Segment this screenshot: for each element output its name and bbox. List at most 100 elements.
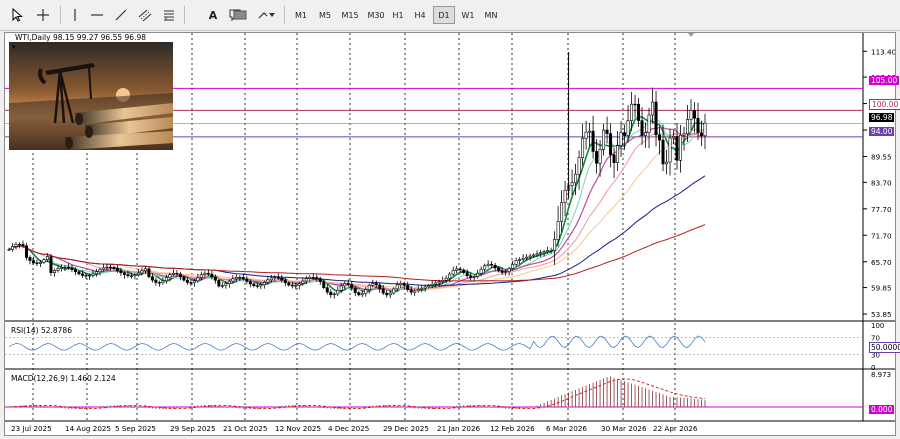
- candle-body: [147, 268, 151, 278]
- candle-body: [290, 284, 294, 287]
- price-axis-label: 77.70: [871, 205, 892, 214]
- candle-body: [427, 285, 431, 288]
- candle-body: [42, 259, 46, 263]
- candle-body: [507, 268, 511, 272]
- crosshair-icon[interactable]: [34, 6, 52, 24]
- candle-body: [686, 119, 690, 135]
- candle-body: [80, 273, 84, 276]
- candle-body: [35, 262, 39, 264]
- candle-body: [588, 130, 592, 133]
- candle-body: [546, 250, 550, 252]
- candle-body: [378, 284, 382, 290]
- candle-body: [189, 282, 193, 284]
- price-chart-canvas[interactable]: 113.40107.55101.5595.5589.5583.7077.7071…: [5, 33, 895, 435]
- level-94-tag: 94.00: [869, 127, 895, 136]
- candle-body: [182, 276, 186, 281]
- candle-body: [238, 277, 242, 279]
- date-axis-label: 29 Sep 2025: [170, 424, 216, 433]
- rectangle-icon[interactable]: [231, 6, 249, 24]
- candle-body: [269, 277, 273, 281]
- trendline-icon[interactable]: [112, 6, 130, 24]
- timeframe-m1-button[interactable]: M1: [290, 6, 312, 24]
- vertical-line-icon[interactable]: [66, 6, 84, 24]
- candle-body: [112, 267, 116, 269]
- equidistant-channel-icon[interactable]: [136, 6, 154, 24]
- candle-body: [409, 289, 413, 293]
- candle-body: [364, 289, 368, 294]
- candle-body: [255, 285, 259, 287]
- timeframe-m15-button[interactable]: M15: [338, 6, 362, 24]
- timeframe-mn-button[interactable]: MN: [480, 6, 502, 24]
- price-axis-label: 113.40: [871, 47, 895, 56]
- level-105-tag: 105.00: [869, 76, 900, 85]
- date-axis-label: 23 Jul 2025: [11, 424, 52, 433]
- candle-body: [262, 282, 266, 286]
- candle-body: [10, 246, 14, 250]
- candle-body: [217, 279, 221, 287]
- candle-body: [444, 277, 448, 281]
- candle-body: [115, 268, 119, 271]
- text-icon[interactable]: A: [204, 6, 222, 24]
- level-100-tag: 100.00: [869, 99, 900, 110]
- candle-body: [357, 292, 361, 296]
- expand-arrow-icon[interactable]: ▾: [12, 43, 16, 51]
- candle-body: [122, 272, 126, 275]
- svg-text:F: F: [165, 17, 168, 22]
- candle-body: [451, 270, 455, 275]
- candle-body: [542, 251, 546, 254]
- candle-body: [161, 280, 165, 284]
- candle-body: [497, 267, 501, 272]
- candle-body: [280, 277, 284, 281]
- candle-body: [556, 221, 560, 240]
- timeframe-d1-button[interactable]: D1: [433, 6, 455, 24]
- timeframe-m5-button[interactable]: M5: [314, 6, 336, 24]
- candle-body: [644, 132, 648, 136]
- oil-pumpjack-photo: [9, 42, 173, 150]
- date-axis-label: 21 Jan 2026: [437, 424, 481, 433]
- candle-body: [465, 272, 469, 276]
- candle-body: [63, 266, 67, 269]
- candle-body: [500, 270, 504, 273]
- horizontal-line-icon[interactable]: [88, 6, 106, 24]
- candle-body: [560, 202, 564, 222]
- candle-body: [598, 149, 602, 164]
- timeframe-m30-button[interactable]: M30: [364, 6, 388, 24]
- candle-body: [619, 132, 623, 146]
- candle-body: [38, 262, 42, 264]
- candle-body: [437, 281, 441, 284]
- arrows-dropdown-icon[interactable]: [256, 6, 278, 24]
- fibonacci-icon[interactable]: F: [160, 6, 178, 24]
- candle-body: [17, 243, 21, 246]
- candle-body: [273, 276, 277, 279]
- timeframe-h4-button[interactable]: H4: [410, 6, 430, 24]
- candle-body: [626, 120, 630, 136]
- candle-body: [84, 275, 88, 277]
- candle-body: [472, 276, 476, 278]
- candle-body: [241, 277, 245, 280]
- candle-body: [637, 103, 641, 121]
- candle-body: [675, 136, 679, 161]
- candle-body: [360, 293, 364, 296]
- candle-body: [143, 268, 147, 272]
- timeframe-h1-button[interactable]: H1: [388, 6, 408, 24]
- timeframe-w1-button[interactable]: W1: [458, 6, 478, 24]
- candle-body: [98, 269, 102, 273]
- candle-body: [7, 249, 11, 251]
- candle-body: [31, 260, 35, 264]
- candle-body: [413, 290, 417, 293]
- candle-body: [101, 267, 105, 270]
- chart-window[interactable]: 113.40107.55101.5595.5589.5583.7077.7071…: [4, 32, 900, 436]
- candle-body: [339, 285, 343, 291]
- price-axis-label: 53.85: [871, 310, 892, 319]
- candle-body: [126, 274, 130, 277]
- date-axis-label: 12 Nov 2025: [275, 424, 321, 433]
- candle-body: [234, 277, 238, 280]
- date-axis-label: 30 Mar 2026: [601, 424, 647, 433]
- candle-body: [448, 273, 452, 279]
- candle-body: [276, 276, 280, 279]
- arrow-cursor-icon[interactable]: [8, 6, 26, 24]
- candle-body: [350, 284, 354, 289]
- candle-body: [367, 285, 371, 290]
- rsi-line: [8, 335, 706, 351]
- rsi-axis-label: 100: [871, 322, 884, 330]
